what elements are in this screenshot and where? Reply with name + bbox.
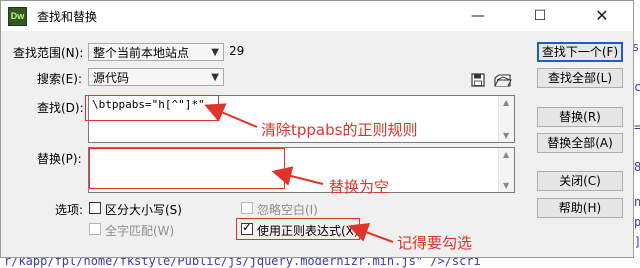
find-scrollbar[interactable]: ▲ ▼ xyxy=(498,96,514,142)
background-code-snippet: p xyxy=(634,215,640,229)
find-all-button[interactable]: 查找全部(L) xyxy=(537,68,623,88)
load-query-button[interactable] xyxy=(494,72,512,88)
regex-annotation-arrow xyxy=(347,222,394,243)
regex-highlight-box xyxy=(236,218,360,240)
find-annotation: 清除tppabs的正则规则 xyxy=(261,121,418,139)
close-icon: ✕ xyxy=(595,6,609,25)
replace-all-button[interactable]: 替换全部(A) xyxy=(537,133,623,153)
replace-button[interactable]: 替换(R) xyxy=(537,107,623,127)
chevron-down-icon: ▼ xyxy=(211,47,219,58)
match-count: 29 xyxy=(229,44,245,58)
open-icon xyxy=(494,74,512,87)
find-label: 查找(D): xyxy=(37,101,84,115)
title-bar[interactable]: Dw 查找和替换 — ☐ ✕ xyxy=(1,1,633,31)
match-case-label: 区分大小写(S) xyxy=(105,203,182,217)
scope-select[interactable]: 整个当前本地站点 ▼ xyxy=(88,43,224,61)
whole-word-label: 全字匹配(W) xyxy=(105,224,175,238)
replace-annotation: 替换为空 xyxy=(329,178,390,196)
search-type-select[interactable]: 源代码 ▼ xyxy=(88,68,224,86)
match-case-checkbox[interactable] xyxy=(89,202,101,214)
background-code-snippet: = xyxy=(634,120,640,134)
scope-select-value: 整个当前本地站点 xyxy=(93,46,190,60)
find-next-button[interactable]: 查找下一个(F) xyxy=(537,42,623,62)
background-code-snippet: c xyxy=(634,80,640,94)
close-button[interactable]: 关闭(C) xyxy=(537,171,623,191)
find-replace-dialog: Dw 查找和替换 — ☐ ✕ 查找范围(N): 整个当前本地站点 ▼ 29 搜索… xyxy=(0,0,634,258)
search-type-label: 搜索(E): xyxy=(37,72,82,86)
replace-scrollbar[interactable]: ▲ ▼ xyxy=(498,148,514,192)
ignore-whitespace-label: 忽略空白(I) xyxy=(257,203,318,217)
dialog-title: 查找和替换 xyxy=(37,10,98,24)
maximize-button[interactable]: ☐ xyxy=(517,1,563,31)
background-code-snippet: 8 xyxy=(634,160,640,174)
replace-highlight-box xyxy=(89,148,285,189)
regex-annotation: 记得要勾选 xyxy=(397,234,473,252)
minimize-icon: — xyxy=(471,8,485,24)
scope-label: 查找范围(N): xyxy=(13,46,84,60)
help-button[interactable]: 帮助(H) xyxy=(537,198,623,218)
background-code-snippet: ] xyxy=(634,235,640,249)
whole-word-checkbox[interactable] xyxy=(89,223,101,235)
minimize-button[interactable]: — xyxy=(455,1,501,31)
dreamweaver-app-icon: Dw xyxy=(8,7,27,26)
options-label: 选项: xyxy=(55,203,84,217)
save-query-button[interactable] xyxy=(471,73,485,87)
save-icon xyxy=(471,73,485,87)
close-window-button[interactable]: ✕ xyxy=(579,1,625,31)
ignore-whitespace-checkbox[interactable] xyxy=(241,202,253,214)
background-code-snippet: n xyxy=(634,195,640,209)
chevron-down-icon: ▼ xyxy=(211,72,219,83)
search-type-select-value: 源代码 xyxy=(93,71,130,85)
replace-label: 替换(P): xyxy=(37,152,82,166)
maximize-icon: ☐ xyxy=(533,8,547,24)
find-highlight-box xyxy=(85,95,219,121)
